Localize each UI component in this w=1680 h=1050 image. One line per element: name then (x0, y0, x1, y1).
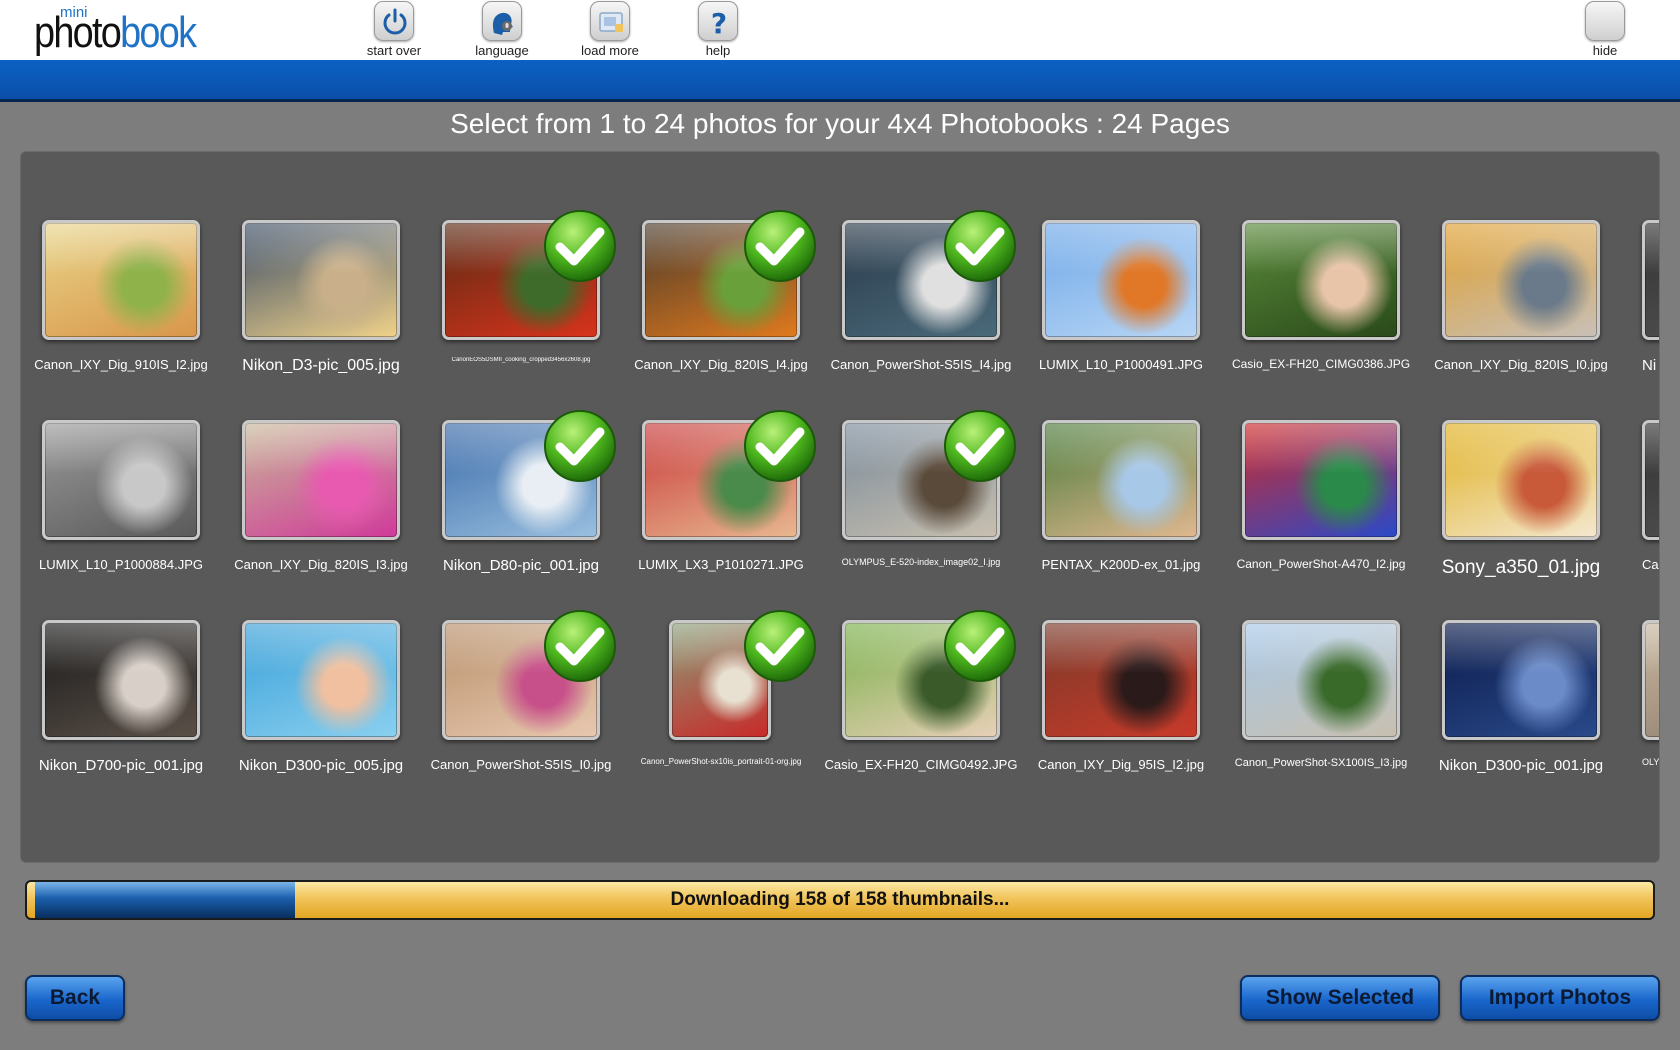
photo-filename: Canon_PowerShot-sx10is_portrait-01-org.j… (640, 757, 802, 766)
photo-thumbnail[interactable] (42, 620, 200, 740)
photo-tile[interactable]: Ni (1621, 152, 1659, 374)
photo-tile[interactable]: CanonEOS5DSMII_cooking_cropped3456x2608.… (421, 152, 616, 363)
show-selected-button[interactable]: Show Selected (1240, 975, 1440, 1021)
photo-filename: Canon_PowerShot-S5IS_I0.jpg (430, 757, 612, 772)
photo-tile[interactable]: LUMIX_L10_P1000491.JPG (1021, 152, 1203, 372)
photo-thumbnail[interactable] (1442, 620, 1600, 740)
photo-grid[interactable]: Canon_IXY_Dig_910IS_I2.jpg Nikon_D3-pic_0… (20, 151, 1660, 863)
photo-thumbnail[interactable] (242, 220, 400, 340)
photo-filename: OLY (1642, 757, 1660, 767)
photo-thumbnail[interactable] (42, 220, 200, 340)
logo-book-text: book (120, 8, 197, 57)
photo-thumbnail[interactable] (1442, 420, 1600, 540)
page-title: Select from 1 to 24 photos for your 4x4 … (450, 108, 1230, 139)
import-photos-button[interactable]: Import Photos (1460, 975, 1660, 1021)
photo-tile[interactable]: Nikon_D300-pic_001.jpg (1421, 552, 1603, 774)
photo-thumbnail[interactable] (242, 620, 400, 740)
photo-thumbnail[interactable] (242, 420, 400, 540)
photo-thumbnail[interactable] (1042, 620, 1200, 740)
photo-tile[interactable]: Canon_IXY_Dig_820IS_I0.jpg (1421, 152, 1608, 372)
photo-tile[interactable]: Canon_PowerShot-S5IS_I4.jpg (821, 152, 1016, 372)
help-label: help (705, 43, 731, 58)
photo-tile[interactable]: Canon_PowerShot-sx10is_portrait-01-org.j… (621, 552, 816, 766)
photo-tile[interactable]: PENTAX_K200D-ex_01.jpg (1021, 352, 1201, 572)
selected-check-icon (742, 608, 818, 684)
help-button[interactable]: ? help (678, 0, 758, 60)
photo-tile[interactable]: LUMIX_LX3_P1010271.JPG (621, 352, 816, 572)
selected-check-icon (542, 408, 618, 484)
photo-tile[interactable]: Canon_IXY_Dig_910IS_I2.jpg (21, 152, 208, 372)
power-icon (383, 8, 407, 35)
photo-thumbnail[interactable] (1242, 220, 1400, 340)
selected-check-icon (942, 608, 1018, 684)
selected-check-icon (742, 208, 818, 284)
photo-tile[interactable]: Nikon_D80-pic_001.jpg (421, 352, 616, 574)
photo-tile[interactable]: Canon_PowerShot-SX100IS_I3.jpg (1221, 552, 1407, 769)
photo-tile[interactable]: LUMIX_L10_P1000884.JPG (21, 352, 203, 572)
header-banner (0, 60, 1680, 102)
photo-thumbnail[interactable] (1042, 420, 1200, 540)
photo-tile[interactable]: Sony_a350_01.jpg (1421, 352, 1601, 578)
top-toolbar: mini photobook start over language load … (0, 0, 1680, 60)
photo-filename: Nikon_D700-pic_001.jpg (38, 757, 204, 774)
photo-tile[interactable]: Casio_EX-FH20_CIMG0492.JPG (821, 552, 1017, 772)
logo-photo-text: photo (34, 8, 122, 57)
language-label: language (475, 43, 529, 58)
photo-thumbnail[interactable] (42, 420, 200, 540)
photo-thumbnail[interactable] (1242, 620, 1400, 740)
hide-label: hide (1592, 43, 1618, 58)
photo-tile[interactable]: Nikon_D700-pic_001.jpg (21, 552, 203, 774)
selected-check-icon (742, 408, 818, 484)
progress-text: Downloading 158 of 158 thumbnails... (670, 889, 1010, 910)
photo-filename: Nikon_D300-pic_001.jpg (1438, 757, 1604, 774)
download-progress-bar: Downloading 158 of 158 thumbnails... (25, 880, 1655, 920)
question-mark-icon: ? (711, 7, 727, 37)
start-over-button[interactable]: start over (354, 0, 434, 60)
photo-thumbnail[interactable] (1642, 220, 1659, 340)
photo-thumbnail[interactable] (1042, 220, 1200, 340)
selected-check-icon (942, 208, 1018, 284)
picture-add-icon (599, 12, 623, 32)
photo-tile[interactable]: Ca (1621, 352, 1659, 572)
photo-tile[interactable]: Canon_PowerShot-A470_I2.jpg (1221, 352, 1405, 571)
photo-filename: Casio_EX-FH20_CIMG0492.JPG (824, 757, 1018, 772)
photo-thumbnail[interactable] (1642, 620, 1659, 740)
photo-tile[interactable]: Casio_EX-FH20_CIMG0386.JPG (1221, 152, 1410, 371)
back-button[interactable]: Back (25, 975, 125, 1021)
photo-filename: Canon_IXY_Dig_95IS_I2.jpg (1037, 757, 1205, 772)
photo-filename: Nikon_D300-pic_005.jpg (238, 757, 404, 774)
start-over-label: start over (366, 43, 422, 58)
load-more-label: load more (581, 43, 639, 58)
photo-filename: Canon_PowerShot-SX100IS_I3.jpg (1234, 757, 1408, 769)
photo-tile[interactable]: Canon_IXY_Dig_820IS_I4.jpg (621, 152, 816, 372)
language-button[interactable]: language (462, 0, 542, 60)
photo-thumbnail[interactable] (1242, 420, 1400, 540)
photo-thumbnail[interactable] (1642, 420, 1659, 540)
photo-tile[interactable]: OLYMPUS_E-520-index_image02_I.jpg (821, 352, 1016, 567)
load-more-button[interactable]: load more (570, 0, 650, 60)
selected-check-icon (542, 208, 618, 284)
app-logo: mini photobook (34, 2, 224, 58)
hide-icon (1585, 1, 1625, 41)
speaking-head-icon (492, 12, 513, 36)
photo-tile[interactable]: Canon_IXY_Dig_95IS_I2.jpg (1021, 552, 1204, 772)
svg-text:?: ? (711, 7, 727, 37)
photo-tile[interactable]: OLY (1621, 552, 1659, 767)
photo-tile[interactable]: Nikon_D300-pic_005.jpg (221, 552, 403, 774)
photo-tile[interactable]: Canon_IXY_Dig_820IS_I3.jpg (221, 352, 408, 572)
hide-button[interactable]: hide (1565, 0, 1645, 60)
photo-thumbnail[interactable] (1442, 220, 1600, 340)
selected-check-icon (942, 408, 1018, 484)
selected-check-icon (542, 608, 618, 684)
photo-tile[interactable]: Nikon_D3-pic_005.jpg (221, 152, 401, 374)
photo-tile[interactable]: Canon_PowerShot-S5IS_I0.jpg (421, 552, 616, 772)
